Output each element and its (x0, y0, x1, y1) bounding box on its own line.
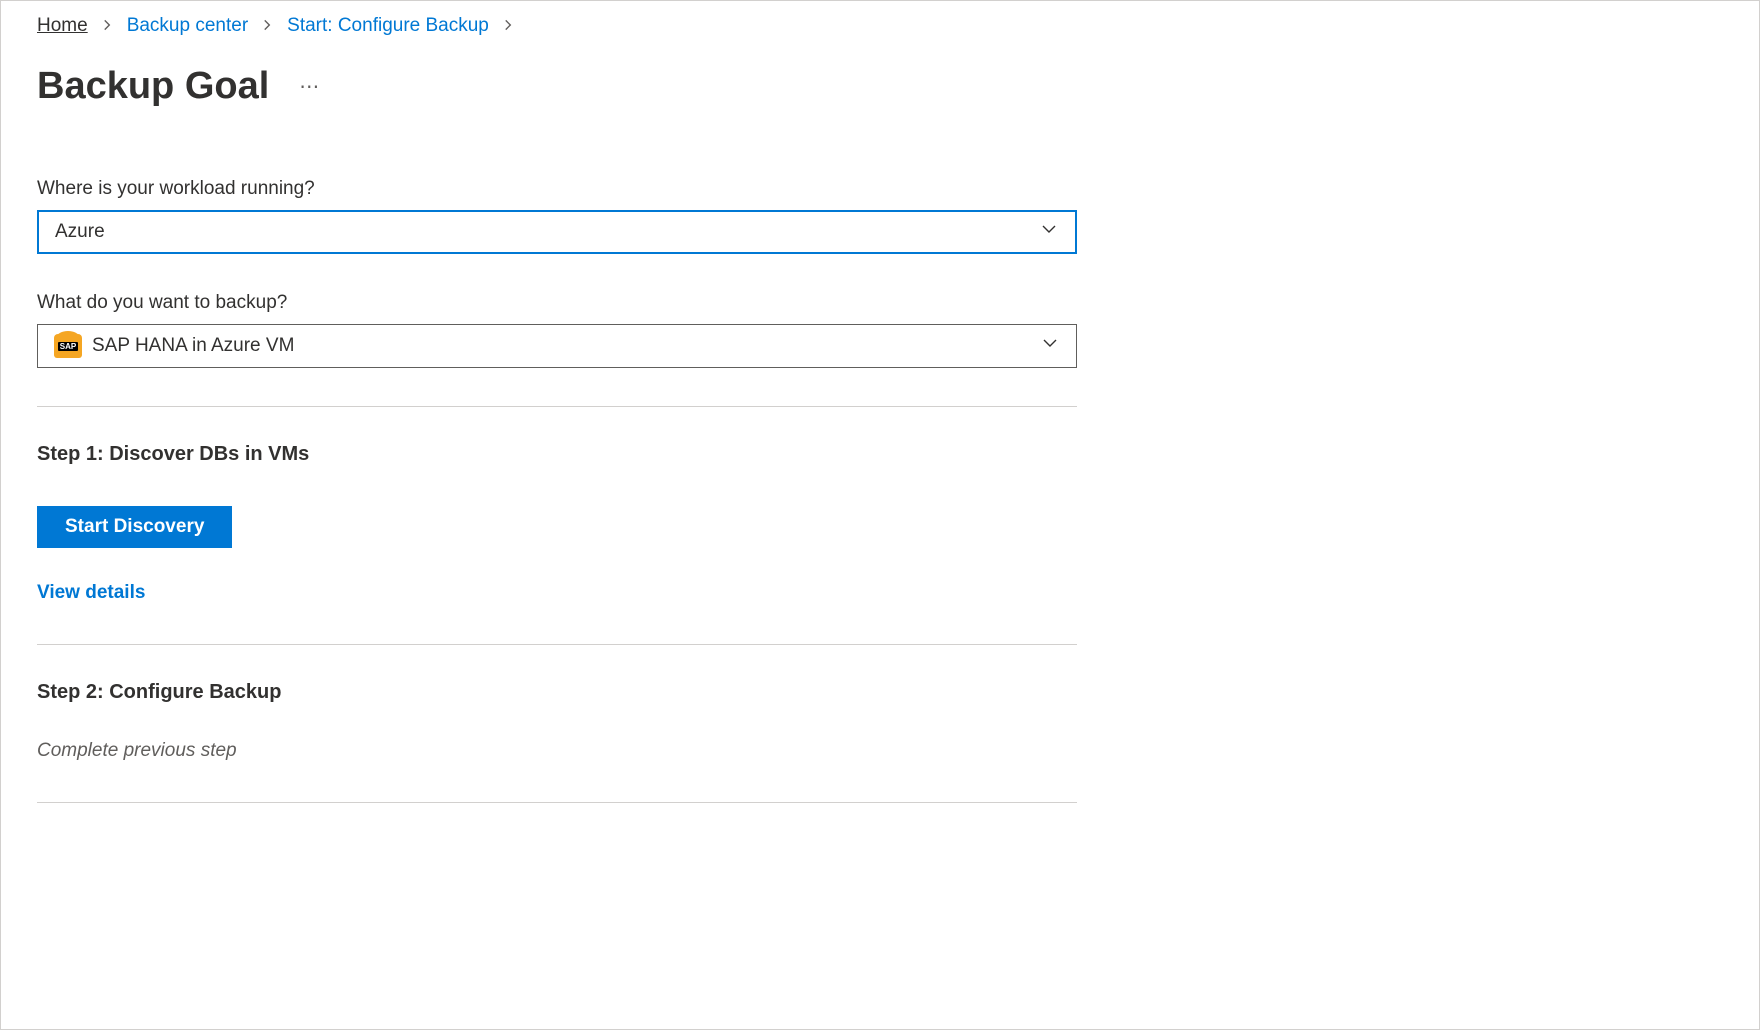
backup-target-dropdown[interactable]: SAP SAP HANA in Azure VM (37, 324, 1077, 368)
sap-hana-icon: SAP (54, 334, 82, 358)
chevron-down-icon (1039, 219, 1059, 245)
workload-label: Where is your workload running? (37, 178, 1077, 200)
workload-dropdown[interactable]: Azure (37, 210, 1077, 254)
breadcrumb-backup-center[interactable]: Backup center (127, 15, 248, 37)
breadcrumb-home[interactable]: Home (37, 15, 88, 37)
chevron-right-icon (503, 16, 514, 36)
more-icon[interactable]: ⋯ (299, 74, 321, 99)
chevron-down-icon (1040, 333, 1060, 359)
step2-hint: Complete previous step (37, 740, 1723, 762)
workload-value: Azure (55, 221, 105, 243)
divider (37, 802, 1077, 803)
breadcrumb: Home Backup center Start: Configure Back… (37, 15, 1723, 37)
chevron-right-icon (262, 16, 273, 36)
chevron-right-icon (102, 16, 113, 36)
backup-target-label: What do you want to backup? (37, 292, 1077, 314)
start-discovery-button[interactable]: Start Discovery (37, 506, 232, 548)
view-details-link[interactable]: View details (37, 582, 1723, 604)
page-header: Backup Goal ⋯ (37, 65, 1723, 108)
step2-title: Step 2: Configure Backup (37, 681, 1723, 704)
step1-title: Step 1: Discover DBs in VMs (37, 443, 1723, 466)
backup-target-value: SAP HANA in Azure VM (92, 335, 294, 357)
breadcrumb-configure-backup[interactable]: Start: Configure Backup (287, 15, 489, 37)
page-title: Backup Goal (37, 65, 269, 108)
